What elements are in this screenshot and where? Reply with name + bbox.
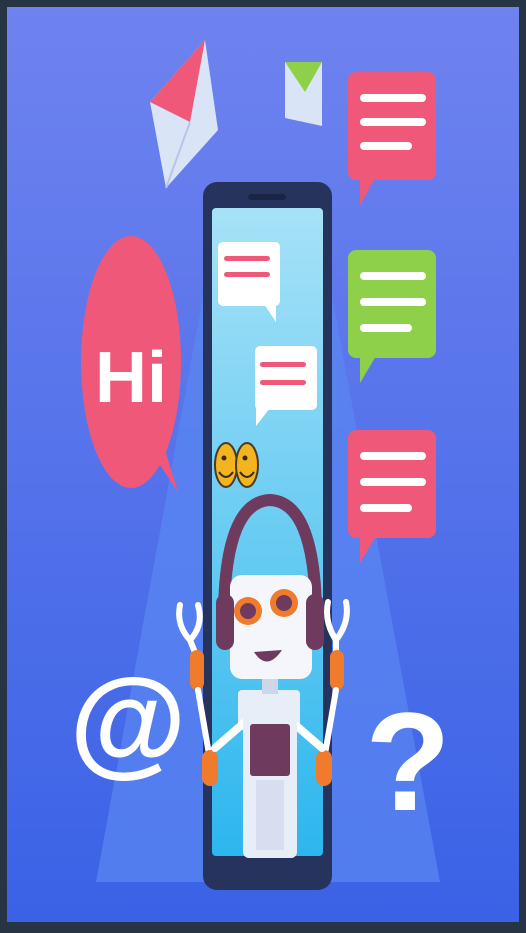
illustration-canvas: Hi @ ? bbox=[0, 0, 526, 929]
at-symbol: @ bbox=[69, 654, 186, 788]
question-symbol: ? bbox=[365, 683, 451, 840]
chatbot-illustration: Hi @ ? bbox=[0, 0, 526, 929]
phone-speaker bbox=[248, 194, 286, 200]
envelope-small-icon bbox=[285, 62, 322, 126]
hi-text: Hi bbox=[95, 338, 167, 418]
